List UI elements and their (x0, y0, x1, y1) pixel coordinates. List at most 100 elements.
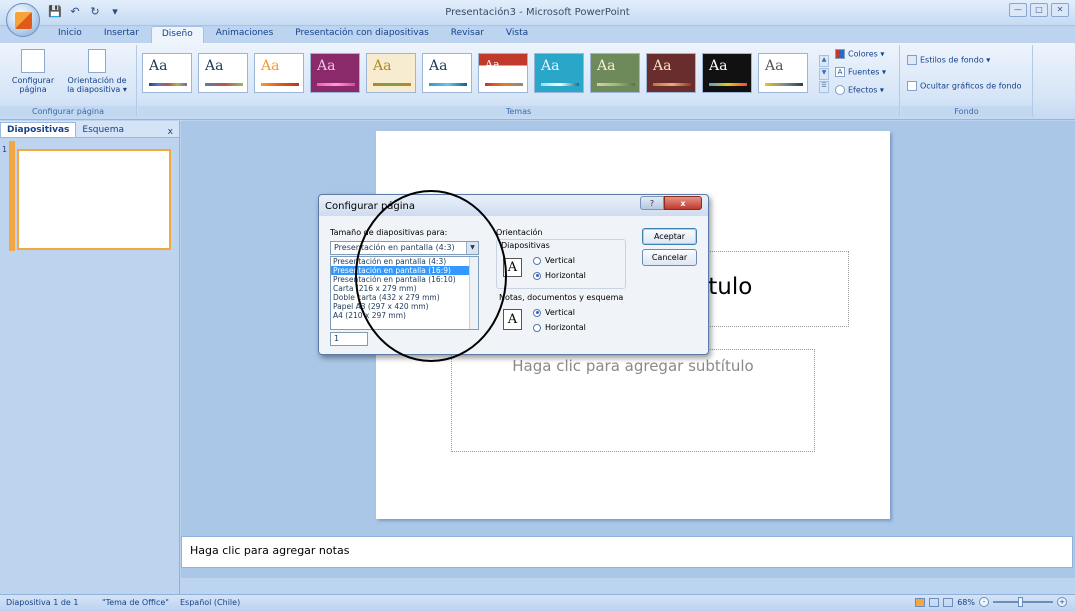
title-bar: 💾 ↶ ↻ ▾ Presentación3 - Microsoft PowerP… (0, 0, 1075, 26)
ribbon: Configurar página Orientación de la diap… (0, 43, 1075, 120)
tab-insertar[interactable]: Insertar (94, 26, 149, 44)
list-scrollbar[interactable] (469, 257, 478, 329)
list-item[interactable]: A4 (210 x 297 mm) (331, 311, 478, 320)
page-setup-button[interactable]: Configurar página (4, 49, 62, 94)
sorter-view-icon[interactable] (929, 597, 940, 607)
orientation-button[interactable]: Orientación de la diapositiva ▾ (62, 49, 132, 94)
window-title: Presentación3 - Microsoft PowerPoint (445, 7, 630, 18)
effects-button[interactable]: Efectos ▾ (835, 85, 884, 95)
page-setup-dialog: Configurar página ? x Tamaño de diaposit… (318, 194, 709, 355)
slides-vertical-radio[interactable]: Vertical (533, 256, 575, 265)
status-slide-info: Diapositiva 1 de 1 (6, 598, 79, 607)
themes-scroll: ▲ ▼ ☰ (819, 55, 829, 93)
status-bar: Diapositiva 1 de 1 "Tema de Office" Espa… (0, 594, 1075, 611)
slide-size-select[interactable]: Presentación en pantalla (4:3) ▼ (330, 241, 479, 255)
orientation-label2: la diapositiva ▾ (67, 85, 127, 94)
ok-button[interactable]: Aceptar (642, 228, 697, 245)
themes-scroll-up-icon[interactable]: ▲ (819, 55, 829, 67)
window-controls: — □ ✕ (1009, 3, 1069, 17)
theme-9[interactable]: Aa (590, 53, 640, 93)
background-styles-button[interactable]: Estilos de fondo ▾ (907, 55, 990, 65)
themes-more-icon[interactable]: ☰ (819, 81, 829, 93)
notes-area: Haga clic para agregar notas (181, 528, 1075, 578)
subtitle-placeholder[interactable]: Haga clic para agregar subtítulo (451, 349, 815, 452)
cancel-button[interactable]: Cancelar (642, 249, 697, 266)
theme-3[interactable]: Aa (254, 53, 304, 93)
theme-2[interactable]: Aa (198, 53, 248, 93)
tab-outline[interactable]: Esquema (76, 123, 130, 137)
list-item[interactable]: Doble carta (432 x 279 mm) (331, 293, 478, 302)
dialog-close-icon[interactable]: x (664, 196, 702, 210)
radio-icon (533, 256, 541, 265)
colors-icon (835, 49, 845, 59)
list-item[interactable]: Presentación en pantalla (4:3) (331, 257, 478, 266)
list-item[interactable]: Presentación en pantalla (16:9) (331, 266, 478, 275)
zoom-level[interactable]: 68% (957, 598, 975, 607)
minimize-button[interactable]: — (1009, 3, 1027, 17)
status-theme: "Tema de Office" (102, 598, 169, 607)
page-setup-icon (21, 49, 45, 73)
orientation-label: Orientación (496, 228, 543, 237)
list-item[interactable]: Presentación en pantalla (16:10) (331, 275, 478, 284)
office-button[interactable] (6, 3, 40, 37)
list-item[interactable]: Papel A3 (297 x 420 mm) (331, 302, 478, 311)
chevron-down-icon[interactable]: ▼ (466, 242, 478, 254)
tab-vista[interactable]: Vista (496, 26, 538, 44)
help-icon[interactable]: ? (640, 196, 664, 210)
page-setup-label2: página (19, 85, 47, 94)
notes-horizontal-radio[interactable]: Horizontal (533, 323, 586, 332)
theme-5[interactable]: Aa (366, 53, 416, 93)
slide-size-list[interactable]: Presentación en pantalla (4:3) Presentac… (330, 256, 479, 330)
fonts-button[interactable]: A Fuentes ▾ (835, 67, 886, 77)
slide-thumbnail[interactable] (17, 149, 171, 250)
group-label-themes: Temas (138, 106, 899, 117)
zoom-slider-knob[interactable] (1017, 597, 1023, 607)
tab-revisar[interactable]: Revisar (441, 26, 494, 44)
panel-close-icon[interactable]: x (168, 127, 173, 137)
theme-office[interactable]: Aa (142, 53, 192, 93)
start-number-spinner[interactable]: 1 (330, 332, 368, 346)
tab-diseno[interactable]: Diseño (150, 26, 204, 44)
theme-12[interactable]: Aa (758, 53, 808, 93)
group-background: Estilos de fondo ▾ Ocultar gráficos de f… (901, 45, 1033, 117)
slideshow-view-icon[interactable] (943, 597, 954, 607)
tab-animaciones[interactable]: Animaciones (206, 26, 284, 44)
theme-8[interactable]: Aa (534, 53, 584, 93)
close-button[interactable]: ✕ (1051, 3, 1069, 17)
hide-graphics-checkbox[interactable]: Ocultar gráficos de fondo (907, 81, 1021, 91)
theme-11[interactable]: Aa (702, 53, 752, 93)
orientation-label1: Orientación de (67, 76, 127, 85)
notes-vertical-radio[interactable]: Vertical (533, 308, 575, 317)
normal-view-icon[interactable] (915, 597, 926, 607)
radio-selected-icon (533, 308, 541, 317)
notes-box[interactable]: Haga clic para agregar notas (181, 536, 1073, 568)
zoom-in-icon[interactable]: + (1057, 597, 1067, 607)
slides-orientation-label: Diapositivas (501, 241, 550, 250)
tab-presentacion[interactable]: Presentación con diapositivas (285, 26, 439, 44)
slides-horizontal-radio[interactable]: Horizontal (533, 271, 586, 280)
slide-number: 1 (2, 145, 8, 154)
status-language[interactable]: Español (Chile) (180, 598, 240, 607)
radio-icon (533, 323, 541, 332)
list-item[interactable]: Carta (216 x 279 mm) (331, 284, 478, 293)
group-label-page-setup: Configurar página (0, 106, 136, 117)
zoom-control: 68% - + (915, 597, 1067, 607)
tab-slides[interactable]: Diapositivas (0, 122, 77, 137)
checkbox-icon (907, 81, 917, 91)
maximize-button[interactable]: □ (1030, 3, 1048, 17)
slides-panel: Diapositivas Esquema x 1 (0, 121, 180, 594)
notes-orientation-label: Notas, documentos y esquema (499, 293, 624, 302)
theme-6[interactable]: Aa (422, 53, 472, 93)
zoom-out-icon[interactable]: - (979, 597, 989, 607)
size-label: Tamaño de diapositivas para: (330, 228, 448, 237)
group-label-background: Fondo (901, 106, 1032, 117)
zoom-slider[interactable] (993, 597, 1053, 607)
effects-icon (835, 85, 845, 95)
themes-scroll-down-icon[interactable]: ▼ (819, 68, 829, 80)
theme-10[interactable]: Aa (646, 53, 696, 93)
colors-button[interactable]: Colores ▾ (835, 49, 884, 59)
theme-7[interactable]: Aa (478, 53, 528, 93)
background-styles-icon (907, 55, 917, 65)
theme-4[interactable]: Aa (310, 53, 360, 93)
tab-inicio[interactable]: Inicio (48, 26, 92, 44)
